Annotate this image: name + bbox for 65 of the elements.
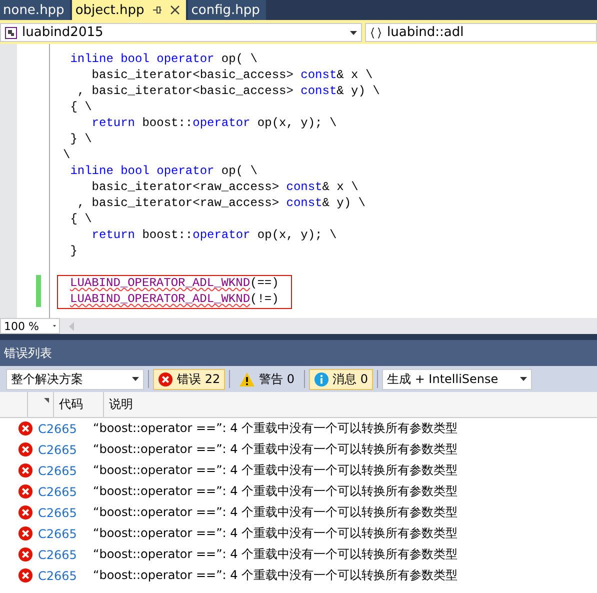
- sort-icon[interactable]: [44, 398, 49, 403]
- code-line: \: [63, 147, 70, 163]
- scope-dropdown[interactable]: 整个解决方案: [6, 368, 144, 390]
- error-code-link[interactable]: C2665: [38, 526, 93, 540]
- error-icon: [18, 421, 33, 436]
- filter-button[interactable]: 错误 22: [153, 368, 226, 390]
- code-line: }: [69, 243, 78, 259]
- close-icon[interactable]: [170, 5, 180, 15]
- column-header[interactable]: 说明: [104, 392, 597, 417]
- info-icon: [314, 372, 329, 386]
- caret-icon: [350, 30, 357, 34]
- error-icon: [18, 484, 33, 499]
- error-code-link[interactable]: C2665: [38, 484, 93, 498]
- code-line: , basic_iterator<basic_access> const& y) \: [76, 83, 380, 99]
- source-dropdown[interactable]: 生成 + IntelliSense: [382, 368, 532, 390]
- code-line: return boost::operator op(x, y); \: [90, 227, 337, 243]
- error-code-link[interactable]: C2665: [38, 506, 93, 520]
- filter-button[interactable]: 警告 0: [234, 368, 300, 390]
- error-description: “boost::operator ==”: 4 个重载中没有一个可以转换所有参数类型: [93, 546, 458, 563]
- error-icon: [18, 505, 33, 520]
- error-code-link[interactable]: C2665: [38, 568, 93, 582]
- braces-icon: [370, 26, 382, 38]
- pin-icon[interactable]: [152, 5, 162, 15]
- error-icon: [158, 372, 173, 386]
- error-code-link[interactable]: C2665: [38, 442, 93, 456]
- error-description: “boost::operator ==”: 4 个重载中没有一个可以转换所有参数类型: [93, 525, 458, 542]
- file-tab[interactable]: none.hpp: [0, 0, 70, 20]
- panel-title: 错误列表: [0, 340, 597, 366]
- error-icon: [18, 442, 33, 457]
- code-line: LUABIND_OPERATOR_ADL_WKND(!=): [70, 292, 279, 308]
- error-icon: [18, 463, 33, 478]
- error-description: “boost::operator ==”: 4 个重载中没有一个可以转换所有参数类型: [93, 483, 458, 500]
- scope-dropdown[interactable]: luabind::adl: [365, 23, 597, 42]
- code-line: , basic_iterator<raw_access> const& y) \: [76, 195, 366, 211]
- code-line: { \: [69, 99, 92, 115]
- project-dropdown[interactable]: luabind2015: [0, 23, 362, 42]
- error-description: “boost::operator ==”: 4 个重载中没有一个可以转换所有参数类型: [93, 441, 458, 458]
- error-code-link[interactable]: C2665: [38, 422, 93, 436]
- error-code-link[interactable]: C2665: [38, 464, 93, 478]
- code-line: { \: [69, 211, 92, 227]
- file-tab[interactable]: config.hpp: [188, 0, 266, 20]
- code-line: basic_iterator<basic_access> const& x \: [90, 67, 373, 83]
- code-line: basic_iterator<raw_access> const& x \: [90, 179, 358, 195]
- code-line: } \: [69, 131, 92, 147]
- caret-icon: [132, 377, 139, 381]
- column-header[interactable]: 代码: [54, 392, 104, 417]
- error-description: “boost::operator ==”: 4 个重载中没有一个可以转换所有参数类型: [93, 504, 458, 521]
- error-icon: [18, 526, 33, 541]
- error-icon: [18, 547, 33, 562]
- project-icon: [5, 26, 17, 38]
- file-tab[interactable]: object.hpp: [72, 0, 186, 20]
- code-line: LUABIND_OPERATOR_ADL_WKND(==): [70, 276, 279, 292]
- caret-icon: [520, 377, 527, 381]
- caret-icon: [52, 324, 56, 328]
- zoom-dropdown[interactable]: 100 %: [0, 318, 60, 334]
- error-icon: [18, 568, 33, 583]
- warning-icon: [239, 372, 256, 386]
- code-line: return boost::operator op(x, y); \: [90, 115, 337, 131]
- error-code-link[interactable]: C2665: [38, 548, 93, 562]
- error-description: “boost::operator ==”: 4 个重载中没有一个可以转换所有参数类型: [93, 420, 458, 437]
- error-description: “boost::operator ==”: 4 个重载中没有一个可以转换所有参数类型: [93, 567, 458, 584]
- code-line: inline bool operator op( \: [69, 51, 258, 67]
- error-description: “boost::operator ==”: 4 个重载中没有一个可以转换所有参数类型: [93, 462, 458, 479]
- filter-button[interactable]: 消息 0: [308, 368, 373, 390]
- code-line: inline bool operator op( \: [69, 163, 258, 179]
